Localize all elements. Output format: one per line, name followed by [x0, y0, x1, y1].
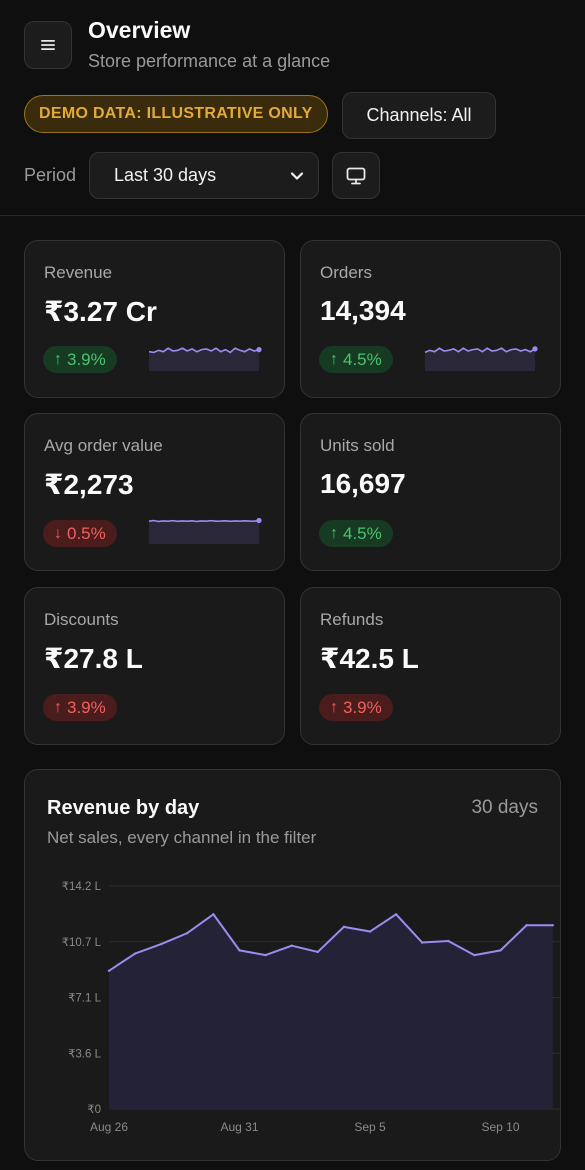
sparkline-end-point — [256, 347, 262, 353]
sparkline-area — [425, 348, 535, 371]
x-tick-label: Aug 31 — [220, 1120, 258, 1134]
kpi-change-badge: ↓ 0.5% — [43, 520, 117, 547]
sparkline-end-point — [256, 517, 262, 524]
kpi-label: Revenue — [44, 263, 113, 282]
y-tick-label: ₹14.2 L — [62, 881, 102, 893]
demo-data-badge: DEMO DATA: ILLUSTRATIVE ONLY — [24, 95, 328, 133]
kpi-change-value: 4.5% — [343, 349, 382, 369]
revenue-point-sep-10 — [499, 949, 502, 952]
kpi-change-value: 4.5% — [343, 523, 382, 543]
revenue-point-sep-9 — [473, 953, 476, 957]
header: Overview Store performance at a glance D… — [0, 0, 585, 216]
kpi-value: 14,394 — [320, 295, 406, 326]
kpi-change-badge: ↑ 4.5% — [319, 520, 393, 547]
sparkline-end-point — [532, 346, 538, 352]
revenue-point-sep-1 — [264, 953, 267, 957]
kpi-card-orders: Orders 14,394 ↑ 4.5% — [300, 240, 561, 398]
kpi-value: 16,697 — [320, 468, 406, 499]
kpi-change-badge: ↑ 3.9% — [319, 694, 393, 721]
kpi-change-value: 0.5% — [67, 523, 106, 543]
hamburger-icon — [41, 40, 55, 50]
revenue-point-aug-27 — [133, 952, 137, 955]
kpi-sparkline — [148, 517, 262, 544]
kpi-label: Orders — [320, 263, 372, 282]
kpi-card-avg-order-value: Avg order value ₹2,273 ↓ 0.5% — [24, 413, 285, 571]
period-select-value: Last 30 days — [114, 165, 217, 185]
page-title: Overview — [88, 17, 191, 43]
kpi-card-refunds: Refunds ₹42.5 L ↑ 3.9% — [300, 587, 561, 745]
kpi-change-value: 3.9% — [67, 697, 106, 717]
revenue-point-sep-12 — [551, 924, 554, 927]
arrow-up-icon: ↑ — [330, 350, 338, 368]
kpi-card-revenue: Revenue ₹3.27 Cr ↑ 3.9% — [24, 240, 285, 398]
revenue-point-sep-11 — [525, 924, 528, 927]
kpi-change-value: 3.9% — [67, 349, 106, 369]
y-tick-label: ₹3.6 L — [68, 1048, 101, 1060]
revenue-chart: ₹0 ₹3.6 L ₹7.1 L ₹10.7 L ₹14.2 L Aug 26 Aug 31… — [62, 881, 560, 1134]
arrow-up-icon: ↑ — [330, 698, 338, 716]
kpi-label: Units sold — [320, 436, 395, 455]
arrow-down-icon: ↓ — [54, 524, 62, 542]
x-tick-label: Sep 10 — [481, 1120, 519, 1134]
revenue-point-sep-3 — [316, 950, 319, 954]
period-select[interactable]: Last 30 days — [89, 152, 319, 199]
revenue-area — [109, 914, 553, 1109]
menu-button[interactable] — [24, 21, 72, 69]
display-mode-button[interactable] — [332, 152, 380, 199]
revenue-point-aug-28 — [160, 942, 163, 946]
revenue-point-aug-26 — [107, 969, 111, 973]
kpi-card-units-sold: Units sold 16,697 ↑ 4.5% — [300, 413, 561, 571]
channels-filter-button[interactable]: Channels: All — [342, 92, 496, 139]
revenue-point-sep-2 — [290, 944, 293, 947]
kpi-change-badge: ↑ 3.9% — [43, 694, 117, 721]
revenue-point-sep-7 — [421, 941, 424, 944]
kpi-change-value: 3.9% — [343, 697, 382, 717]
arrow-up-icon: ↑ — [54, 350, 62, 368]
revenue-by-day-card: Revenue by day 30 days Net sales, every … — [24, 769, 561, 1161]
sparkline-line — [148, 519, 260, 523]
revenue-point-aug-29 — [186, 931, 189, 935]
chevron-down-icon — [290, 171, 304, 180]
arrow-up-icon: ↑ — [54, 698, 62, 716]
revenue-point-aug-30 — [212, 913, 215, 916]
kpi-value: ₹3.27 Cr — [44, 296, 157, 327]
kpi-value: ₹27.8 L — [44, 643, 143, 674]
kpi-label: Discounts — [44, 610, 119, 629]
revenue-point-sep-6 — [394, 913, 398, 916]
y-tick-label: ₹0 — [87, 1104, 101, 1116]
y-tick-label: ₹7.1 L — [68, 993, 101, 1005]
revenue-point-sep-5 — [368, 930, 372, 933]
kpi-label: Avg order value — [44, 436, 163, 455]
period-label: Period — [24, 165, 77, 185]
kpi-value: ₹2,273 — [44, 469, 134, 500]
y-tick-label: ₹10.7 L — [62, 937, 102, 949]
page-subtitle: Store performance at a glance — [88, 51, 331, 71]
sparkline-area — [149, 520, 259, 544]
monitor-icon — [346, 167, 366, 184]
revenue-point-sep-8 — [447, 939, 450, 943]
kpi-change-badge: ↑ 3.9% — [43, 346, 117, 373]
x-tick-label: Aug 26 — [90, 1120, 128, 1134]
kpi-label: Refunds — [320, 610, 384, 629]
revenue-point-sep-4 — [342, 925, 346, 929]
kpi-change-badge: ↑ 4.5% — [319, 346, 393, 373]
x-tick-label: Sep 5 — [354, 1120, 386, 1134]
kpi-sparkline — [424, 346, 538, 371]
kpi-sparkline — [148, 347, 262, 371]
kpi-card-discounts: Discounts ₹27.8 L ↑ 3.9% — [24, 587, 285, 745]
arrow-up-icon: ↑ — [330, 524, 338, 542]
revenue-point-aug-31 — [238, 949, 241, 952]
kpi-value: ₹42.5 L — [320, 643, 419, 674]
